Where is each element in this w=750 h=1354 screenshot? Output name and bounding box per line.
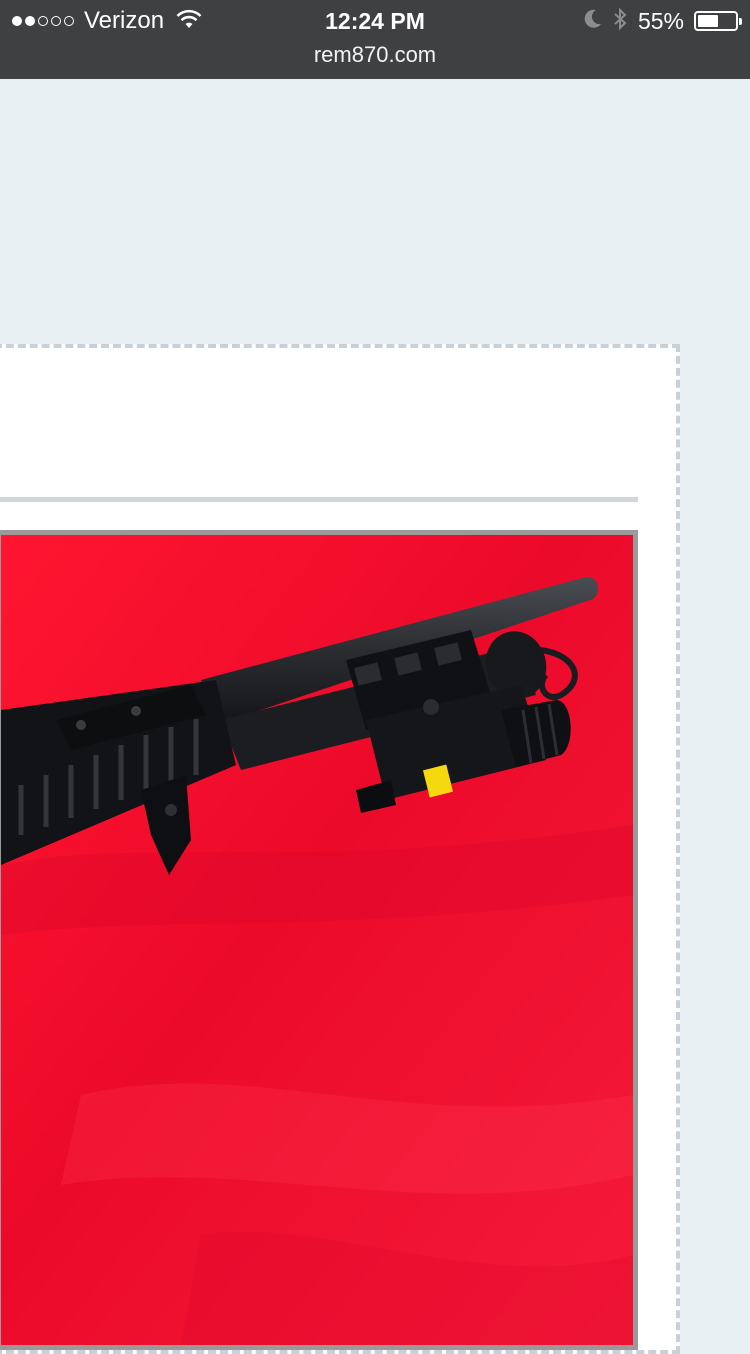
battery-percent: 55% bbox=[637, 7, 684, 34]
section-divider bbox=[0, 497, 638, 502]
battery-level bbox=[698, 15, 718, 27]
battery-icon bbox=[694, 11, 742, 31]
status-right: 55% bbox=[584, 7, 742, 36]
moon-icon bbox=[584, 9, 602, 34]
bluetooth-icon bbox=[612, 7, 628, 36]
address-bar-url[interactable]: rem870.com bbox=[0, 42, 750, 68]
product-photo[interactable] bbox=[0, 530, 638, 1350]
status-bar: Verizon 12:24 PM 55% rem870.com bbox=[0, 0, 750, 79]
